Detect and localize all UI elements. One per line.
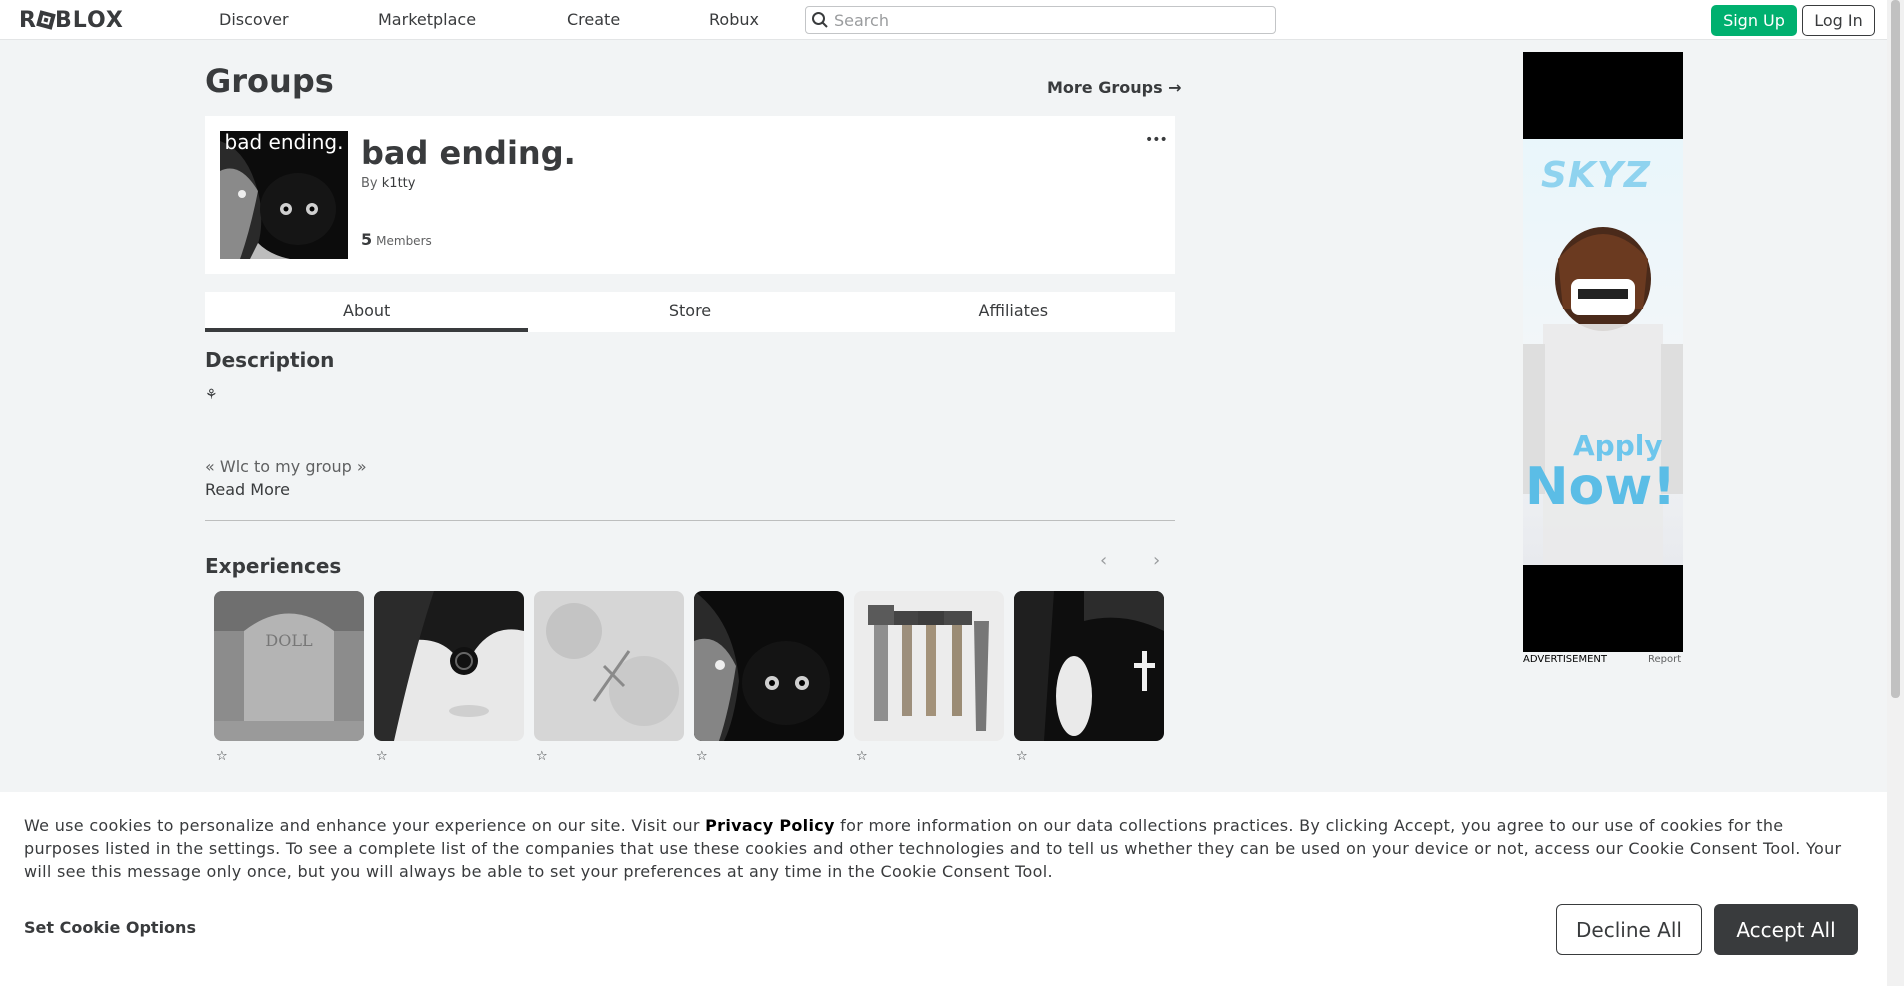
experience-card[interactable]: ☆ <box>854 591 1004 764</box>
star-icon: ☆ <box>216 749 228 764</box>
member-count-value: 5 <box>361 230 373 249</box>
owner-link[interactable]: k1tty <box>382 176 416 191</box>
section-divider <box>205 520 1175 521</box>
report-ad-link[interactable]: Report <box>1648 654 1681 665</box>
scrollbar-thumb[interactable] <box>1891 0 1900 698</box>
experience-card[interactable]: DOLL ☆ <box>214 591 364 764</box>
advertisement-banner[interactable]: SKYZ Apply Now! <box>1523 52 1683 652</box>
star-icon: ☆ <box>376 749 388 764</box>
experience-thumbnail[interactable] <box>694 591 844 741</box>
member-count-label: Members <box>376 234 432 248</box>
by-prefix: By <box>361 176 378 191</box>
experience-card[interactable]: ☆ <box>694 591 844 764</box>
page-scrollbar[interactable] <box>1887 0 1904 986</box>
svg-text:DOLL: DOLL <box>265 631 313 650</box>
cookie-consent-banner: We use cookies to personalize and enhanc… <box>0 792 1887 986</box>
experiences-heading: Experiences <box>205 554 342 578</box>
read-more-link[interactable]: Read More <box>205 480 290 499</box>
search-icon[interactable] <box>806 7 834 33</box>
search-box <box>805 6 1276 34</box>
group-name: bad ending. <box>361 134 576 172</box>
experience-thumbnail[interactable] <box>854 591 1004 741</box>
nav-create[interactable]: Create <box>567 10 620 29</box>
advertisement-label: ADVERTISEMENT <box>1523 654 1608 665</box>
roblox-logo[interactable]: R BLOX <box>19 8 124 33</box>
experience-thumbnail[interactable] <box>374 591 524 741</box>
tab-store[interactable]: Store <box>528 292 851 332</box>
experience-thumbnail[interactable] <box>534 591 684 741</box>
experience-card[interactable]: ☆ <box>534 591 684 764</box>
group-tabs: About Store Affiliates <box>205 292 1175 332</box>
tab-about[interactable]: About <box>205 292 529 332</box>
ad-now-text: Now! <box>1525 457 1676 517</box>
star-icon: ☆ <box>856 749 868 764</box>
cookie-message: We use cookies to personalize and enhanc… <box>24 814 1864 883</box>
search-input[interactable] <box>834 10 1264 30</box>
group-owner-line: By k1tty <box>361 176 415 191</box>
cookie-text-before: We use cookies to personalize and enhanc… <box>24 816 706 835</box>
group-emblem: bad ending. <box>220 131 348 259</box>
member-count: 5 Members <box>361 230 432 249</box>
privacy-policy-link[interactable]: Privacy Policy <box>705 816 835 835</box>
advertisement-image[interactable]: SKYZ Apply Now! <box>1523 139 1683 565</box>
nav-robux[interactable]: Robux <box>709 10 759 29</box>
more-options-icon[interactable]: ••• <box>1145 132 1168 148</box>
star-icon: ☆ <box>696 749 708 764</box>
group-emblem-text: bad ending. <box>224 131 344 154</box>
star-icon: ☆ <box>536 749 548 764</box>
page-title: Groups <box>205 62 334 100</box>
description-symbol: ⚘ <box>205 387 218 403</box>
experience-card[interactable]: ☆ <box>1014 591 1164 764</box>
tab-affiliates[interactable]: Affiliates <box>852 292 1175 332</box>
nav-marketplace[interactable]: Marketplace <box>378 10 476 29</box>
chevron-left-icon[interactable]: ‹ <box>1100 550 1107 571</box>
experience-thumbnail[interactable]: DOLL <box>214 591 364 741</box>
accept-all-button[interactable]: Accept All <box>1714 904 1858 955</box>
more-groups-link[interactable]: More Groups → <box>1047 78 1182 97</box>
description-heading: Description <box>205 348 335 372</box>
sign-up-button[interactable]: Sign Up <box>1711 5 1797 36</box>
description-text: « Wlc to my group » <box>205 457 367 476</box>
set-cookie-options-link[interactable]: Set Cookie Options <box>24 918 196 937</box>
star-icon: ☆ <box>1016 749 1028 764</box>
decline-all-button[interactable]: Decline All <box>1556 904 1702 955</box>
log-in-button[interactable]: Log In <box>1802 5 1875 36</box>
experience-thumbnail[interactable] <box>1014 591 1164 741</box>
chevron-right-icon[interactable]: › <box>1153 550 1160 571</box>
group-header-card: bad ending. bad ending. By k1tty 5 Member… <box>205 116 1175 274</box>
experience-card[interactable]: ☆ <box>374 591 524 764</box>
nav-discover[interactable]: Discover <box>219 10 289 29</box>
top-navigation-bar: R BLOX Discover Marketplace Create Robux … <box>0 0 1887 40</box>
